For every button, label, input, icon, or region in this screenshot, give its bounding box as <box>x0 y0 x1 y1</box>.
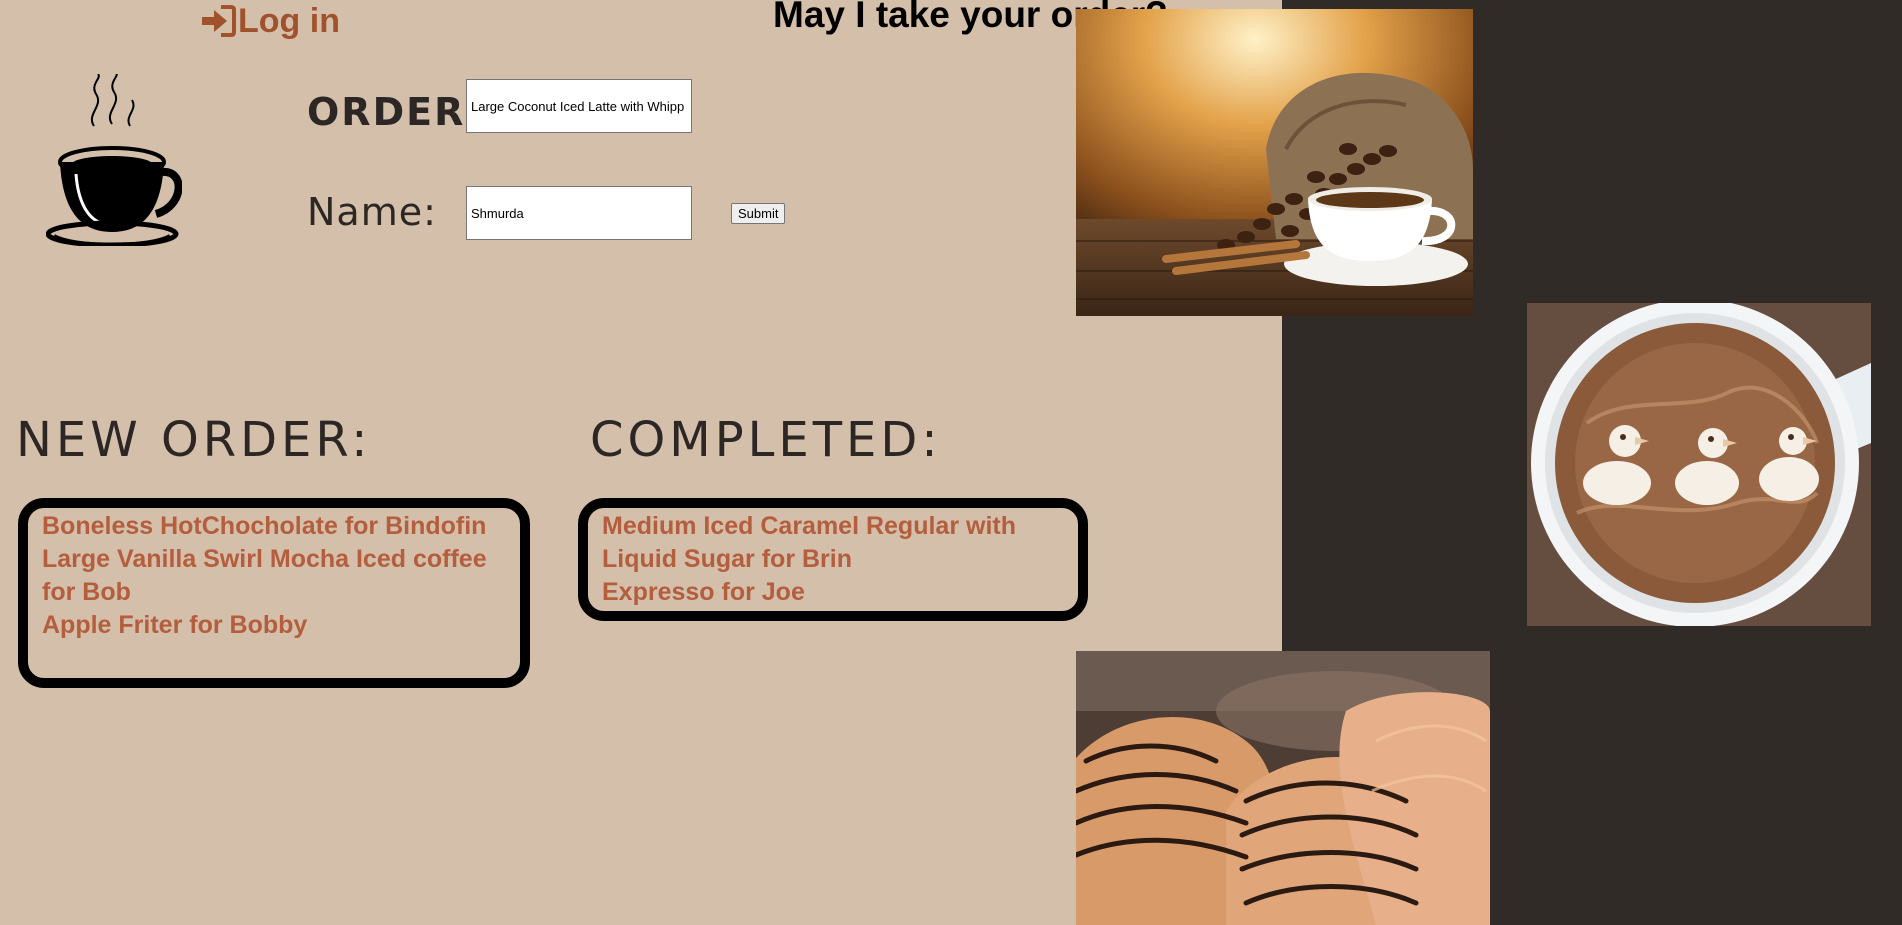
new-orders-list: Boneless HotChocholate for Bindofin Larg… <box>18 498 530 688</box>
list-item: Apple Friter for Bobby <box>42 611 308 639</box>
completed-title: COMPLETED: <box>590 412 942 468</box>
login-label: Log in <box>238 1 340 40</box>
name-input[interactable] <box>466 186 692 240</box>
new-order-title: NEW ORDER: <box>16 412 372 468</box>
latte-art-ducks-photo <box>1527 303 1871 626</box>
list-item: Expresso for Joe <box>602 578 805 606</box>
completed-orders-list: Medium Iced Caramel Regular with Liquid … <box>578 498 1088 621</box>
login-link[interactable]: Log in <box>200 0 340 42</box>
name-label: Name: <box>307 190 437 234</box>
list-item: Boneless HotChocholate for Bindofin <box>42 512 487 540</box>
croissants-photo <box>1076 651 1490 925</box>
coffee-beans-photo <box>1076 9 1473 316</box>
list-item: Medium Iced Caramel Regular with Liquid … <box>602 512 1016 573</box>
order-label: ORDER: <box>307 90 483 134</box>
list-item: Large Vanilla Swirl Mocha Iced coffee fo… <box>42 545 487 606</box>
sign-in-icon <box>200 4 236 38</box>
submit-button[interactable]: Submit <box>731 203 786 224</box>
order-input[interactable] <box>466 79 692 133</box>
coffee-cup-icon <box>45 71 183 251</box>
